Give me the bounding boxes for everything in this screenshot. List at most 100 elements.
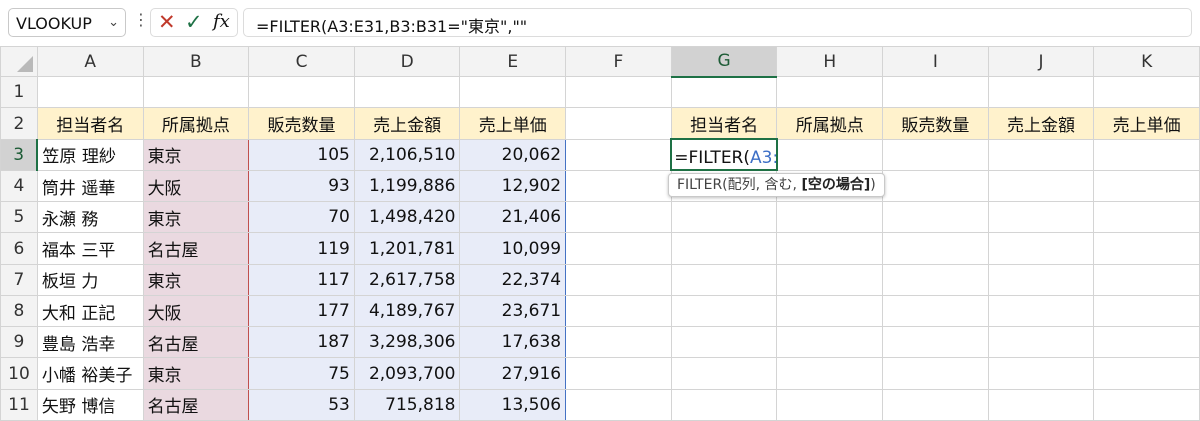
cell-j3[interactable]: [987, 138, 1095, 171]
table-cell[interactable]: 豊島 浩幸: [36, 326, 144, 359]
enter-icon[interactable]: ✓: [185, 10, 203, 34]
table-header-cell[interactable]: 販売数量: [248, 107, 355, 140]
cell-j10[interactable]: [987, 357, 1095, 390]
spreadsheet-grid[interactable]: A B C D E F G H I J K 1 2 担当者名 所属拠点 販売数量 売上金額 売上単価 担当者名 所属拠…: [0, 45, 1200, 421]
cell-j6[interactable]: [987, 232, 1095, 265]
cell-h1[interactable]: [776, 76, 884, 109]
cell-f3[interactable]: [565, 138, 672, 171]
column-header-e[interactable]: E: [459, 45, 567, 78]
output-header-cell[interactable]: 担当者名: [670, 107, 778, 140]
table-cell[interactable]: 東京: [142, 201, 250, 234]
table-cell[interactable]: 筒井 遥華: [36, 169, 144, 203]
cancel-icon[interactable]: ✕: [158, 10, 176, 34]
cell-h8[interactable]: [776, 294, 884, 328]
tooltip-current-arg[interactable]: [空の場合]: [801, 177, 870, 193]
output-header-cell[interactable]: 売上単価: [1093, 107, 1200, 140]
table-cell[interactable]: 2,093,700: [353, 357, 461, 390]
table-cell[interactable]: 名古屋: [142, 388, 250, 421]
cell-i8[interactable]: [882, 294, 989, 328]
table-cell[interactable]: 93: [248, 169, 355, 203]
row-header-4[interactable]: 4: [0, 169, 38, 203]
cell-f2[interactable]: [565, 107, 672, 140]
table-cell[interactable]: 大阪: [142, 169, 250, 203]
active-cell[interactable]: =FILTER(A3:E31,B3:B31="東京","": [670, 138, 778, 172]
row-header-8[interactable]: 8: [0, 294, 38, 328]
cell-f10[interactable]: [565, 357, 672, 390]
table-header-cell[interactable]: 売上金額: [353, 107, 461, 140]
formula-input[interactable]: =FILTER(A3:E31,B3:B31="東京","": [243, 8, 1192, 37]
cell-g8[interactable]: [670, 294, 778, 328]
cell-k9[interactable]: [1093, 326, 1200, 359]
table-cell[interactable]: 20,062: [459, 138, 567, 171]
cell-h10[interactable]: [776, 357, 884, 390]
cell-k10[interactable]: [1093, 357, 1200, 390]
cell-g7[interactable]: [670, 263, 778, 296]
cell-i7[interactable]: [882, 263, 989, 296]
cell-i9[interactable]: [882, 326, 989, 359]
cell-b1[interactable]: [142, 76, 250, 109]
cell-j9[interactable]: [987, 326, 1095, 359]
column-header-d[interactable]: D: [353, 45, 461, 78]
row-header-3[interactable]: 3: [0, 138, 39, 171]
table-cell[interactable]: 10,099: [459, 232, 567, 265]
table-cell[interactable]: 2,617,758: [353, 263, 461, 296]
table-cell[interactable]: 75: [248, 357, 355, 390]
column-header-h[interactable]: H: [776, 45, 884, 78]
table-cell[interactable]: 名古屋: [142, 232, 250, 265]
cell-h3[interactable]: [776, 138, 884, 171]
cell-i1[interactable]: [882, 76, 989, 109]
column-header-k[interactable]: K: [1093, 45, 1200, 78]
table-cell[interactable]: 大阪: [142, 294, 250, 328]
table-cell[interactable]: 117: [248, 263, 355, 296]
cell-g6[interactable]: [670, 232, 778, 265]
cell-i6[interactable]: [882, 232, 989, 265]
select-all-corner[interactable]: [0, 45, 38, 78]
output-header-cell[interactable]: 販売数量: [882, 107, 989, 140]
chevron-down-icon[interactable]: ⌄: [108, 15, 119, 30]
cell-i4[interactable]: [882, 169, 989, 203]
cell-k7[interactable]: [1093, 263, 1200, 296]
table-cell[interactable]: 小幡 裕美子: [36, 357, 144, 390]
table-header-cell[interactable]: 売上単価: [459, 107, 567, 140]
cell-j8[interactable]: [987, 294, 1095, 328]
tooltip-signature[interactable]: FILTER(配列, 含む,: [677, 177, 801, 193]
table-header-cell[interactable]: 担当者名: [36, 107, 144, 140]
table-cell[interactable]: 12,902: [459, 169, 567, 203]
cell-g5[interactable]: [670, 201, 778, 234]
column-header-a[interactable]: A: [36, 45, 144, 78]
cell-h6[interactable]: [776, 232, 884, 265]
table-cell[interactable]: 70: [248, 201, 355, 234]
table-cell[interactable]: 22,374: [459, 263, 567, 296]
cell-h9[interactable]: [776, 326, 884, 359]
column-header-f[interactable]: F: [565, 45, 672, 78]
cell-g9[interactable]: [670, 326, 778, 359]
cell-e1[interactable]: [459, 76, 567, 109]
row-header-10[interactable]: 10: [0, 357, 38, 390]
table-cell[interactable]: 4,189,767: [353, 294, 461, 328]
table-cell[interactable]: 2,106,510: [353, 138, 461, 171]
cell-c1[interactable]: [248, 76, 355, 109]
cell-i5[interactable]: [882, 201, 989, 234]
row-header-1[interactable]: 1: [0, 76, 38, 109]
table-cell[interactable]: 矢野 博信: [36, 388, 144, 421]
table-cell[interactable]: 東京: [142, 263, 250, 296]
table-cell[interactable]: 福本 三平: [36, 232, 144, 265]
cell-k3[interactable]: [1093, 138, 1200, 171]
cell-k8[interactable]: [1093, 294, 1200, 328]
column-header-j[interactable]: J: [987, 45, 1095, 78]
cell-g1[interactable]: [670, 76, 778, 109]
row-header-9[interactable]: 9: [0, 326, 38, 359]
table-cell[interactable]: 永瀬 務: [36, 201, 144, 234]
row-header-2[interactable]: 2: [0, 107, 38, 140]
cell-h11[interactable]: [776, 388, 884, 421]
table-cell[interactable]: 名古屋: [142, 326, 250, 359]
column-header-b[interactable]: B: [142, 45, 250, 78]
table-cell[interactable]: 23,671: [459, 294, 567, 328]
cell-j7[interactable]: [987, 263, 1095, 296]
cell-f1[interactable]: [565, 76, 672, 109]
row-header-7[interactable]: 7: [0, 263, 38, 296]
table-cell[interactable]: 3,298,306: [353, 326, 461, 359]
row-header-11[interactable]: 11: [0, 388, 38, 421]
column-header-g[interactable]: G: [670, 45, 778, 78]
cell-f6[interactable]: [565, 232, 672, 265]
